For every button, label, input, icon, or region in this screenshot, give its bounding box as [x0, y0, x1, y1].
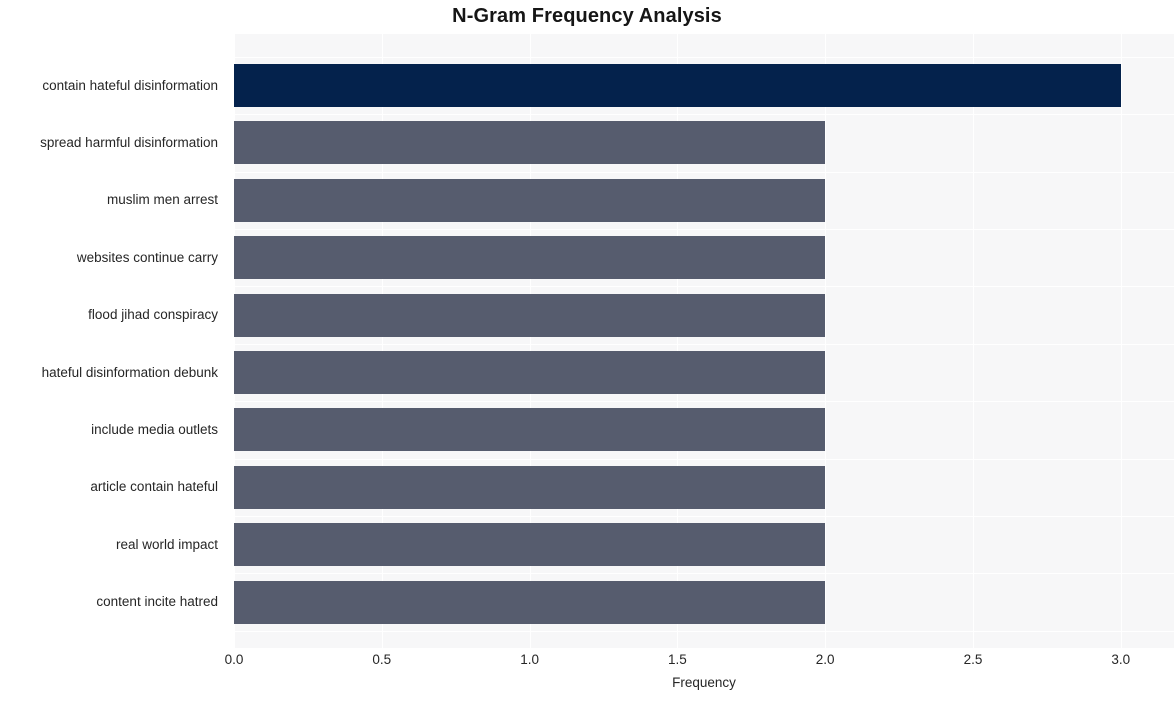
x-tick-label: 0.0	[224, 652, 244, 667]
bar-6[interactable]	[234, 408, 826, 452]
y-tick-label: real world impact	[115, 536, 218, 552]
x-axis-tick-labels: 0.0 0.5 1.0 1.5 2.0 2.5 3.0	[0, 652, 1174, 672]
y-tick-label: contain hateful disinformation	[42, 77, 218, 93]
y-tick-label: flood jihad conspiracy	[88, 307, 218, 323]
y-axis-tick-labels: contain hateful disinformation spread har…	[0, 34, 226, 648]
chart-figure: N-Gram Frequency Analysis contain hatefu…	[0, 0, 1174, 701]
y-gridline	[234, 343, 1174, 345]
y-gridline	[234, 171, 1174, 173]
y-gridline	[234, 56, 1174, 58]
y-gridline	[234, 573, 1174, 575]
bar-3[interactable]	[234, 236, 826, 280]
bar-8[interactable]	[234, 523, 826, 567]
bar-2[interactable]	[234, 178, 826, 222]
x-gridline	[972, 34, 974, 648]
y-gridline	[234, 458, 1174, 460]
y-tick-label: websites continue carry	[76, 249, 218, 265]
x-axis-title: Frequency	[672, 675, 736, 690]
y-gridline	[234, 286, 1174, 288]
y-tick-label: include media outlets	[91, 421, 218, 437]
x-tick-label: 2.0	[815, 652, 835, 667]
y-gridline	[234, 516, 1174, 517]
bar-9[interactable]	[234, 580, 826, 624]
chart-title: N-Gram Frequency Analysis	[452, 5, 722, 27]
x-gridline	[1120, 34, 1122, 648]
x-tick-label: 1.0	[520, 652, 539, 667]
y-tick-label: content incite hatred	[96, 594, 218, 610]
bar-5[interactable]	[234, 351, 826, 394]
plot-area	[234, 34, 1174, 648]
y-tick-label: spread harmful disinformation	[40, 134, 218, 150]
x-tick-label: 3.0	[1111, 652, 1131, 667]
y-gridline	[234, 401, 1174, 403]
x-gridline	[825, 34, 827, 648]
y-gridline	[234, 229, 1174, 230]
y-tick-label: article contain hateful	[90, 479, 218, 495]
bar-4[interactable]	[234, 293, 826, 337]
y-tick-label: hateful disinformation debunk	[41, 364, 218, 380]
y-tick-label: muslim men arrest	[106, 192, 218, 208]
bar-0[interactable]	[234, 64, 1121, 107]
y-gridline	[234, 630, 1174, 632]
x-tick-label: 1.5	[668, 652, 687, 667]
x-tick-label: 2.5	[963, 652, 983, 667]
bar-7[interactable]	[234, 465, 826, 509]
y-gridline	[234, 114, 1174, 116]
x-tick-label: 0.5	[372, 652, 392, 667]
bar-1[interactable]	[234, 121, 826, 165]
